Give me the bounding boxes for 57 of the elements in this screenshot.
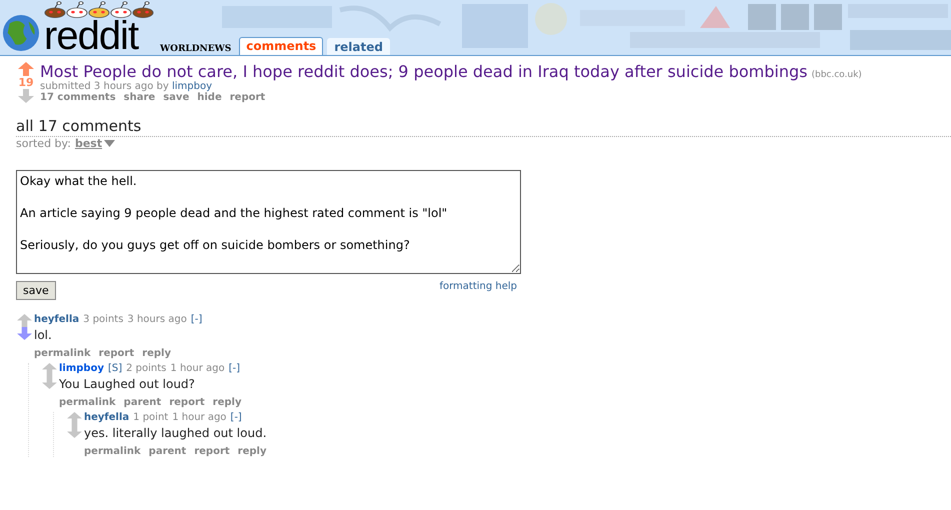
collapse-link[interactable]: [-] bbox=[190, 314, 202, 325]
submitter-tag[interactable]: [S] bbox=[108, 363, 122, 374]
downvote-arrow-icon[interactable] bbox=[16, 327, 32, 340]
post-action-link[interactable]: save bbox=[163, 92, 190, 103]
collapse-link[interactable]: [-] bbox=[230, 412, 242, 423]
post-action-link[interactable]: 17 comments bbox=[40, 92, 116, 103]
comment-action-link[interactable]: report bbox=[169, 397, 205, 408]
comment-action-link[interactable]: report bbox=[98, 348, 134, 359]
globe-icon bbox=[2, 14, 40, 52]
comment-action-link[interactable]: permalink bbox=[34, 348, 91, 359]
comment-action-link[interactable]: reply bbox=[142, 348, 171, 359]
comment-age: 1 hour ago bbox=[172, 412, 226, 423]
comment-action-link[interactable]: reply bbox=[212, 397, 242, 408]
dropdown-caret-icon bbox=[104, 140, 116, 147]
upvote-arrow-icon[interactable] bbox=[66, 412, 82, 425]
post-action-link[interactable]: report bbox=[230, 92, 266, 103]
comment-action-link[interactable]: report bbox=[194, 446, 230, 457]
collapse-link[interactable]: [-] bbox=[228, 363, 240, 374]
comment-action-link[interactable]: parent bbox=[148, 446, 186, 457]
comment-points: 3 points bbox=[83, 314, 124, 325]
save-button[interactable]: save bbox=[16, 281, 56, 300]
post-title[interactable]: Most People do not care, I hope reddit does; 9 people dead in Iraq today after suicide bombings bbox=[40, 62, 808, 81]
submitted-info: submitted 3 hours ago by bbox=[40, 81, 169, 92]
reply-textarea[interactable]: Okay what the hell. An article saying 9 people dead and the highest rated comment is "lol" Seriously, do you guys get off on suicide bombers or something? bbox=[16, 170, 521, 274]
comment-points: 1 point bbox=[133, 412, 168, 423]
downvote-arrow-icon[interactable] bbox=[18, 89, 34, 103]
subreddit-name[interactable]: WORLDNEWS bbox=[160, 44, 232, 54]
comments-heading: all 17 comments bbox=[16, 117, 951, 137]
upvote-arrow-icon[interactable] bbox=[42, 363, 56, 376]
comment-action-link[interactable]: reply bbox=[238, 446, 266, 457]
post-action-link[interactable]: hide bbox=[197, 92, 222, 103]
comment-points: 2 points bbox=[126, 363, 166, 374]
comment-age: 1 hour ago bbox=[170, 363, 225, 374]
comment-action-link[interactable]: permalink bbox=[84, 446, 141, 457]
upvote-arrow-icon[interactable] bbox=[16, 314, 32, 327]
formatting-help-link[interactable]: formatting help bbox=[439, 281, 517, 292]
comment-age: 3 hours ago bbox=[127, 314, 187, 325]
downvote-arrow-icon[interactable] bbox=[66, 425, 82, 438]
comment-text: You Laughed out loud? bbox=[59, 377, 196, 391]
tab[interactable]: related bbox=[327, 38, 390, 55]
downvote-arrow-icon[interactable] bbox=[42, 376, 56, 389]
comment-text: lol. bbox=[34, 328, 53, 342]
tab[interactable]: comments bbox=[239, 37, 324, 55]
sort-label: sorted by: bbox=[16, 137, 71, 150]
post-score: 19 bbox=[18, 76, 34, 89]
comment-action-link[interactable]: parent bbox=[124, 397, 162, 408]
comment-author[interactable]: heyfella bbox=[84, 412, 130, 423]
comment-author[interactable]: heyfella bbox=[34, 314, 80, 325]
post-domain[interactable]: (bbc.co.uk) bbox=[811, 70, 862, 80]
post-author[interactable]: limpboy bbox=[172, 81, 212, 92]
comment-text: yes. literally laughed out loud. bbox=[84, 426, 267, 440]
upvote-arrow-icon[interactable] bbox=[18, 62, 34, 76]
site-logo[interactable]: reddit bbox=[44, 19, 154, 53]
comment-author[interactable]: limpboy bbox=[59, 363, 104, 374]
post-action-link[interactable]: share bbox=[124, 92, 156, 103]
sort-dropdown[interactable]: best bbox=[74, 137, 116, 150]
comment-action-link[interactable]: permalink bbox=[59, 397, 116, 408]
